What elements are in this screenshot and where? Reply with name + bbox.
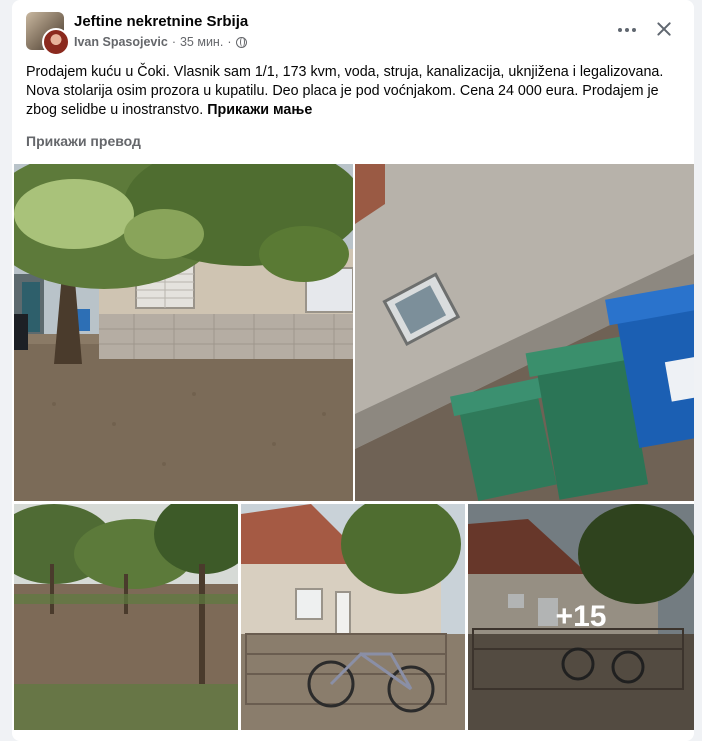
photo-house-bike[interactable] (241, 504, 465, 730)
photo-wall-bins[interactable] (355, 164, 694, 501)
close-icon[interactable] (652, 17, 676, 41)
photo-more[interactable]: +15 (468, 504, 694, 730)
photo-house-bike-image (241, 504, 465, 730)
post-body: Prodajem kuću u Čoki. Vlasnik sam 1/1, 1… (26, 63, 686, 120)
author-name-link[interactable]: Ivan Spasojevic (74, 35, 168, 49)
group-name-link[interactable]: Jeftine nekretnine Srbija (74, 13, 248, 30)
more-photos-overlay[interactable]: +15 (468, 504, 694, 730)
photo-house-tree-image (14, 164, 353, 501)
see-translation-link[interactable]: Прикажи превод (26, 133, 141, 149)
post-header: Jeftine nekretnine Srbija Ivan Spasojevi… (12, 0, 694, 58)
more-options-icon[interactable] (612, 20, 642, 40)
photo-orchard[interactable] (14, 504, 238, 730)
post-card: Jeftine nekretnine Srbija Ivan Spasojevi… (12, 0, 694, 741)
photo-house-tree[interactable] (14, 164, 353, 501)
author-avatar[interactable] (42, 28, 70, 56)
post-body-text: Prodajem kuću u Čoki. Vlasnik sam 1/1, 1… (26, 64, 664, 118)
meta-separator-2: · (227, 35, 232, 49)
post-time-link[interactable]: 35 мин. (180, 35, 223, 49)
more-photos-count: +15 (555, 600, 607, 633)
show-less-link[interactable]: Прикажи мање (207, 102, 312, 118)
photo-wall-bins-image (355, 164, 694, 501)
globe-icon[interactable] (235, 36, 247, 48)
photo-orchard-image (14, 504, 238, 730)
post-meta: Ivan Spasojevic · 35 мин. · (74, 35, 247, 49)
meta-separator: · (171, 35, 176, 49)
